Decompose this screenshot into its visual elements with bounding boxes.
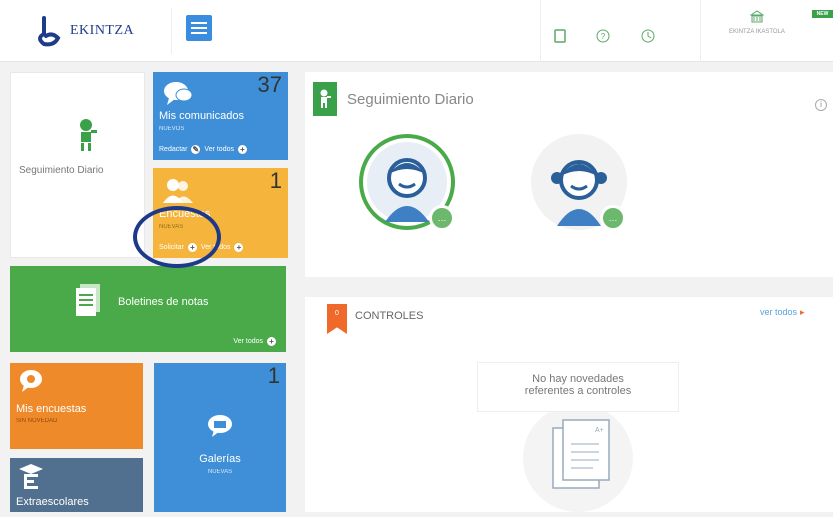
panel-divider	[305, 277, 833, 297]
chat-icon	[164, 82, 193, 105]
school-selector[interactable]: EKINTZA IKASTOLA	[722, 10, 792, 35]
child-icon	[80, 119, 97, 151]
svg-text:A+: A+	[595, 427, 604, 434]
gallery-chat-icon	[208, 415, 232, 437]
edit-icon[interactable]: ✎	[191, 145, 201, 154]
seguimiento-header-icon	[313, 82, 337, 116]
ver-todos-label: ver todos	[760, 307, 798, 317]
galerias-title: Galerías	[199, 453, 241, 465]
ver-todos-link[interactable]: Ver todos	[233, 338, 263, 345]
help-icon[interactable]: ?	[595, 28, 611, 44]
plus-icon[interactable]: +	[234, 243, 244, 252]
highlight-annotation	[133, 206, 221, 268]
main-panel: Seguimiento Diario i … … 0 CONTROLES ver…	[305, 72, 833, 512]
comunicados-title: Mis comunicados	[159, 110, 244, 122]
mis-encuestas-sub: SIN NOVEDAD	[16, 418, 58, 424]
svg-text:?: ?	[601, 32, 606, 41]
top-bar: EKINTZA ? EKINTZA IKASTOLA NEW	[0, 0, 833, 62]
logo-text: EKINTZA	[70, 23, 135, 38]
document-illustration: A+	[523, 404, 633, 512]
boy-chat-icon[interactable]: …	[429, 205, 455, 231]
tile-seguimiento-diario[interactable]: Seguimiento Diario	[10, 72, 145, 258]
galerias-count: 1	[267, 363, 280, 388]
school-name: EKINTZA IKASTOLA	[729, 29, 785, 35]
controles-empty-message: No hay novedades referentes a controles	[477, 362, 679, 412]
arrow-right-icon: ▸	[800, 307, 805, 317]
tile-seguimiento-label: Seguimiento Diario	[19, 165, 104, 176]
menu-button[interactable]	[186, 15, 212, 41]
ekintza-logo-icon	[38, 16, 61, 47]
history-icon[interactable]	[640, 28, 656, 44]
tile-mis-encuestas[interactable]: Mis encuestas SIN NOVEDAD	[10, 363, 143, 449]
new-badge: NEW	[812, 10, 833, 18]
extraescolares-title: Extraescolares	[16, 496, 89, 508]
ver-todos-link[interactable]: Ver todos	[204, 146, 234, 153]
graduation-icon	[19, 464, 43, 489]
controles-ver-todos-link[interactable]: ver todos ▸	[760, 307, 805, 318]
empty-line-1: No hay novedades	[532, 373, 624, 385]
document-stack-icon	[76, 284, 100, 316]
seguimiento-title: Seguimiento Diario	[347, 91, 474, 108]
comunicados-sub: NUEVOS	[159, 126, 185, 132]
survey-chat-icon	[20, 370, 42, 392]
empty-line-2: referentes a controles	[524, 385, 632, 397]
tile-galerias[interactable]: 1 Galerías NUEVAS	[154, 363, 286, 512]
tablet-icon[interactable]	[552, 28, 568, 44]
mis-encuestas-title: Mis encuestas	[16, 403, 87, 415]
logo[interactable]: EKINTZA	[12, 8, 172, 54]
controles-flag-icon: 0	[327, 304, 347, 334]
plus-icon[interactable]: +	[267, 337, 276, 346]
encuestas-count: 1	[269, 168, 282, 193]
people-icon	[163, 179, 193, 203]
boletines-title: Boletines de notas	[118, 296, 209, 308]
girl-chat-icon[interactable]: …	[600, 205, 626, 231]
tile-extraescolares[interactable]: Extraescolares	[10, 458, 143, 512]
plus-icon[interactable]: +	[237, 145, 247, 154]
comunicados-count: 37	[257, 72, 282, 97]
tile-mis-comunicados[interactable]: 37 Mis comunicados NUEVOS Redactar ✎ Ver…	[153, 72, 288, 160]
redactar-link[interactable]: Redactar	[159, 146, 187, 153]
galerias-sub: NUEVAS	[207, 469, 233, 475]
tile-boletines-de-notas[interactable]: Boletines de notas Ver todos +	[10, 266, 286, 352]
controles-title: CONTROLES	[355, 310, 424, 322]
info-icon[interactable]: i	[815, 99, 827, 111]
school-icon	[722, 10, 792, 27]
